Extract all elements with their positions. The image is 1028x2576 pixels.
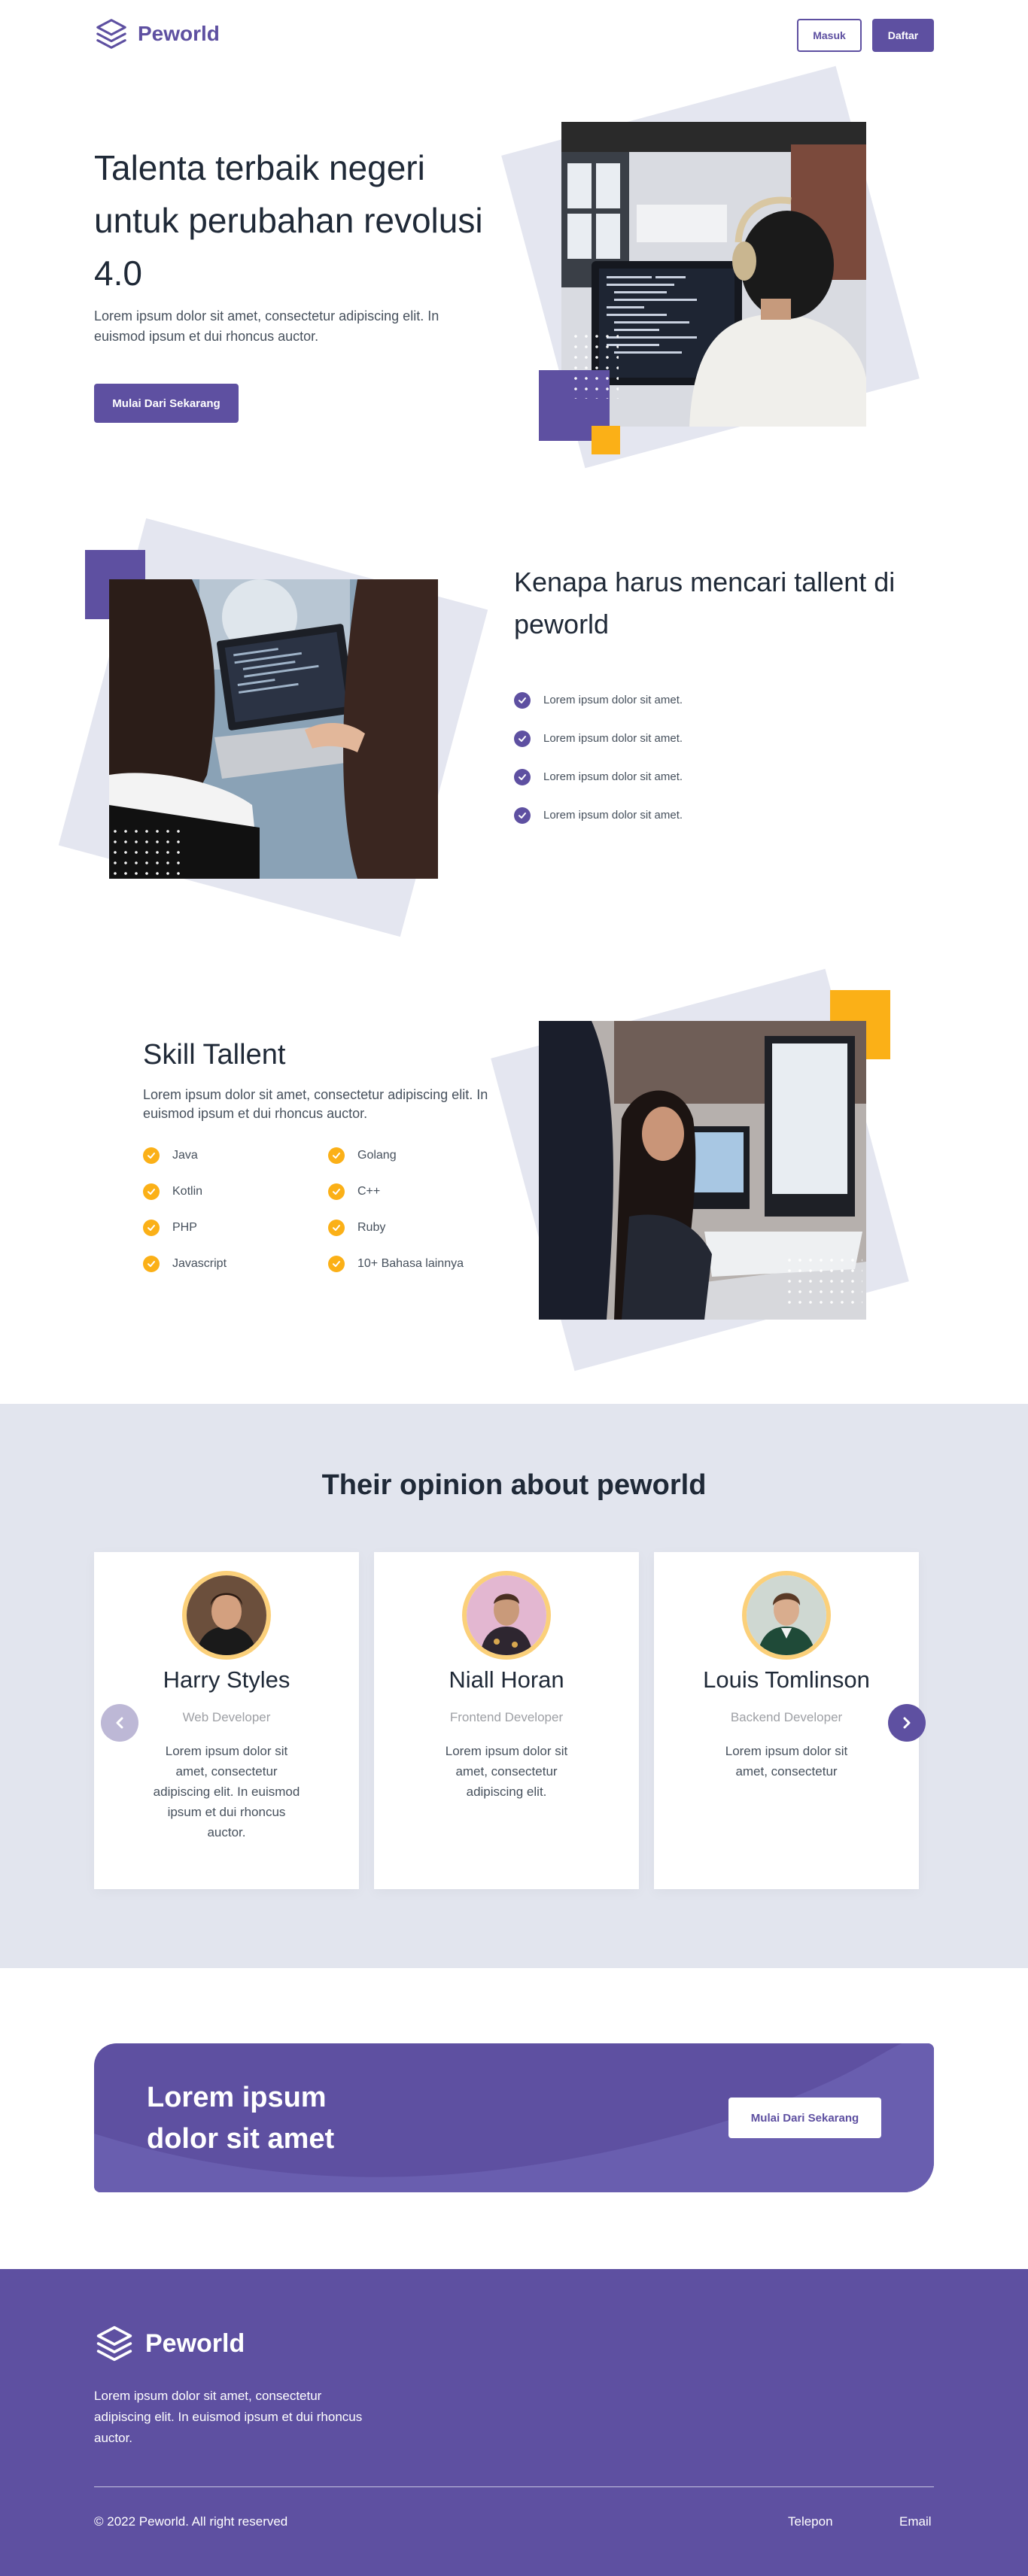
testimonial-name: Niall Horan xyxy=(449,1666,564,1693)
skills-grid: Java Golang Kotlin C++ PHP Ruby Javascri… xyxy=(143,1138,474,1282)
stacked-layers-icon xyxy=(96,19,126,49)
list-item: Lorem ipsum dolor sit amet. xyxy=(514,719,683,758)
check-circle-icon xyxy=(514,807,531,824)
stacked-layers-icon xyxy=(96,2325,132,2362)
testimonial-title: Their opinion about peworld xyxy=(321,1469,707,1501)
footer-description: Lorem ipsum dolor sit amet, consectetur … xyxy=(94,2389,363,2445)
list-item-text: Lorem ipsum dolor sit amet. xyxy=(543,694,683,706)
avatar xyxy=(742,1571,831,1660)
check-circle-icon xyxy=(328,1183,345,1200)
skill-label: Kotlin xyxy=(172,1185,203,1198)
list-item: Lorem ipsum dolor sit amet. xyxy=(514,681,683,719)
person-avatar-icon xyxy=(747,1575,826,1655)
brand-name: Peworld xyxy=(138,22,220,45)
login-button[interactable]: Masuk xyxy=(797,19,862,52)
register-button[interactable]: Daftar xyxy=(872,19,934,52)
hero-cta-button[interactable]: Mulai Dari Sekarang xyxy=(94,384,239,423)
cta-title: Lorem ipsum dolor sit amet xyxy=(147,2082,335,2155)
skills-title: Skill Tallent xyxy=(143,1039,286,1071)
hero-title: Talenta terbaik negeri untuk perubahan r… xyxy=(94,148,483,293)
cta-start-button[interactable]: Mulai Dari Sekarang xyxy=(728,2098,881,2138)
skills-description: Lorem ipsum dolor sit amet, consectetur … xyxy=(143,1087,488,1121)
testimonial-quote: Lorem ipsum dolor sit amet, consectetur xyxy=(725,1744,848,1779)
check-circle-icon xyxy=(328,1256,345,1272)
skill-label: PHP xyxy=(172,1221,197,1234)
list-item: Lorem ipsum dolor sit amet. xyxy=(514,796,683,834)
skill-label: Javascript xyxy=(172,1257,227,1270)
footer-brand-name: Peworld xyxy=(145,2328,245,2358)
person-avatar-icon xyxy=(187,1575,266,1655)
chevron-left-icon xyxy=(116,1717,123,1729)
skill-label: Ruby xyxy=(357,1221,386,1234)
footer-brand[interactable]: Peworld xyxy=(94,2323,245,2364)
skill-label: C++ xyxy=(357,1185,381,1198)
footer-link-phone[interactable]: Telepon xyxy=(788,2514,833,2529)
testimonial-quote: Lorem ipsum dolor sit amet, consectetur … xyxy=(153,1744,300,1839)
skill-label: Java xyxy=(172,1149,198,1162)
brand-link[interactable]: Peworld xyxy=(94,17,220,51)
testimonial-quote: Lorem ipsum dolor sit amet, consectetur … xyxy=(445,1744,568,1799)
check-circle-icon xyxy=(143,1256,160,1272)
check-circle-icon xyxy=(514,768,531,785)
skill-item: Kotlin xyxy=(143,1174,328,1210)
check-circle-icon xyxy=(143,1220,160,1236)
footer: Peworld Lorem ipsum dolor sit amet, cons… xyxy=(0,2269,1028,2576)
check-circle-icon xyxy=(328,1220,345,1236)
why-dot-pattern xyxy=(110,826,181,880)
hero-dot-pattern xyxy=(570,331,619,399)
skills-dot-pattern xyxy=(784,1255,862,1311)
skill-label: 10+ Bahasa lainnya xyxy=(357,1257,464,1270)
testimonial-name: Louis Tomlinson xyxy=(703,1666,870,1693)
footer-copyright: © 2022 Peworld. All right reserved xyxy=(94,2514,288,2529)
skill-item: Golang xyxy=(328,1138,474,1174)
skill-item: C++ xyxy=(328,1174,474,1210)
footer-divider xyxy=(94,2486,934,2487)
hero-description: Lorem ipsum dolor sit amet, consectetur … xyxy=(94,308,439,344)
check-circle-icon xyxy=(143,1183,160,1200)
list-item-text: Lorem ipsum dolor sit amet. xyxy=(543,770,683,783)
testimonial-role: Frontend Developer xyxy=(449,1710,564,1724)
check-circle-icon xyxy=(328,1147,345,1164)
carousel-next-button[interactable] xyxy=(888,1704,926,1742)
skill-label: Golang xyxy=(357,1149,397,1162)
skill-item: Java xyxy=(143,1138,328,1174)
cta-banner: Lorem ipsum dolor sit amet Mulai Dari Se… xyxy=(94,2043,934,2192)
check-circle-icon xyxy=(514,691,531,709)
list-item-text: Lorem ipsum dolor sit amet. xyxy=(543,732,683,745)
list-item-text: Lorem ipsum dolor sit amet. xyxy=(543,809,683,822)
skill-item: PHP xyxy=(143,1210,328,1246)
hero-orange-square xyxy=(592,426,620,454)
check-circle-icon xyxy=(143,1147,160,1164)
carousel-prev-button[interactable] xyxy=(101,1704,138,1742)
chevron-right-icon xyxy=(903,1717,911,1729)
testimonial-card: Niall Horan Frontend Developer Lorem ips… xyxy=(374,1552,639,1889)
why-title: Kenapa harus mencari tallent di peworld xyxy=(514,567,896,639)
avatar xyxy=(182,1571,271,1660)
testimonial-name: Harry Styles xyxy=(163,1666,290,1693)
top-navbar: Peworld Masuk Daftar xyxy=(0,0,1028,68)
skill-item: 10+ Bahasa lainnya xyxy=(328,1246,474,1282)
testimonial-section: Their opinion about peworld Harry Styles… xyxy=(0,1404,1028,1968)
why-benefit-list: Lorem ipsum dolor sit amet. Lorem ipsum … xyxy=(514,681,683,834)
testimonial-card: Louis Tomlinson Backend Developer Lorem … xyxy=(654,1552,919,1889)
skill-item: Ruby xyxy=(328,1210,474,1246)
avatar xyxy=(462,1571,551,1660)
skill-item: Javascript xyxy=(143,1246,328,1282)
person-avatar-icon xyxy=(467,1575,546,1655)
footer-link-email[interactable]: Email xyxy=(899,2514,932,2529)
testimonial-role: Backend Developer xyxy=(730,1710,843,1724)
check-circle-icon xyxy=(514,730,531,747)
list-item: Lorem ipsum dolor sit amet. xyxy=(514,758,683,796)
